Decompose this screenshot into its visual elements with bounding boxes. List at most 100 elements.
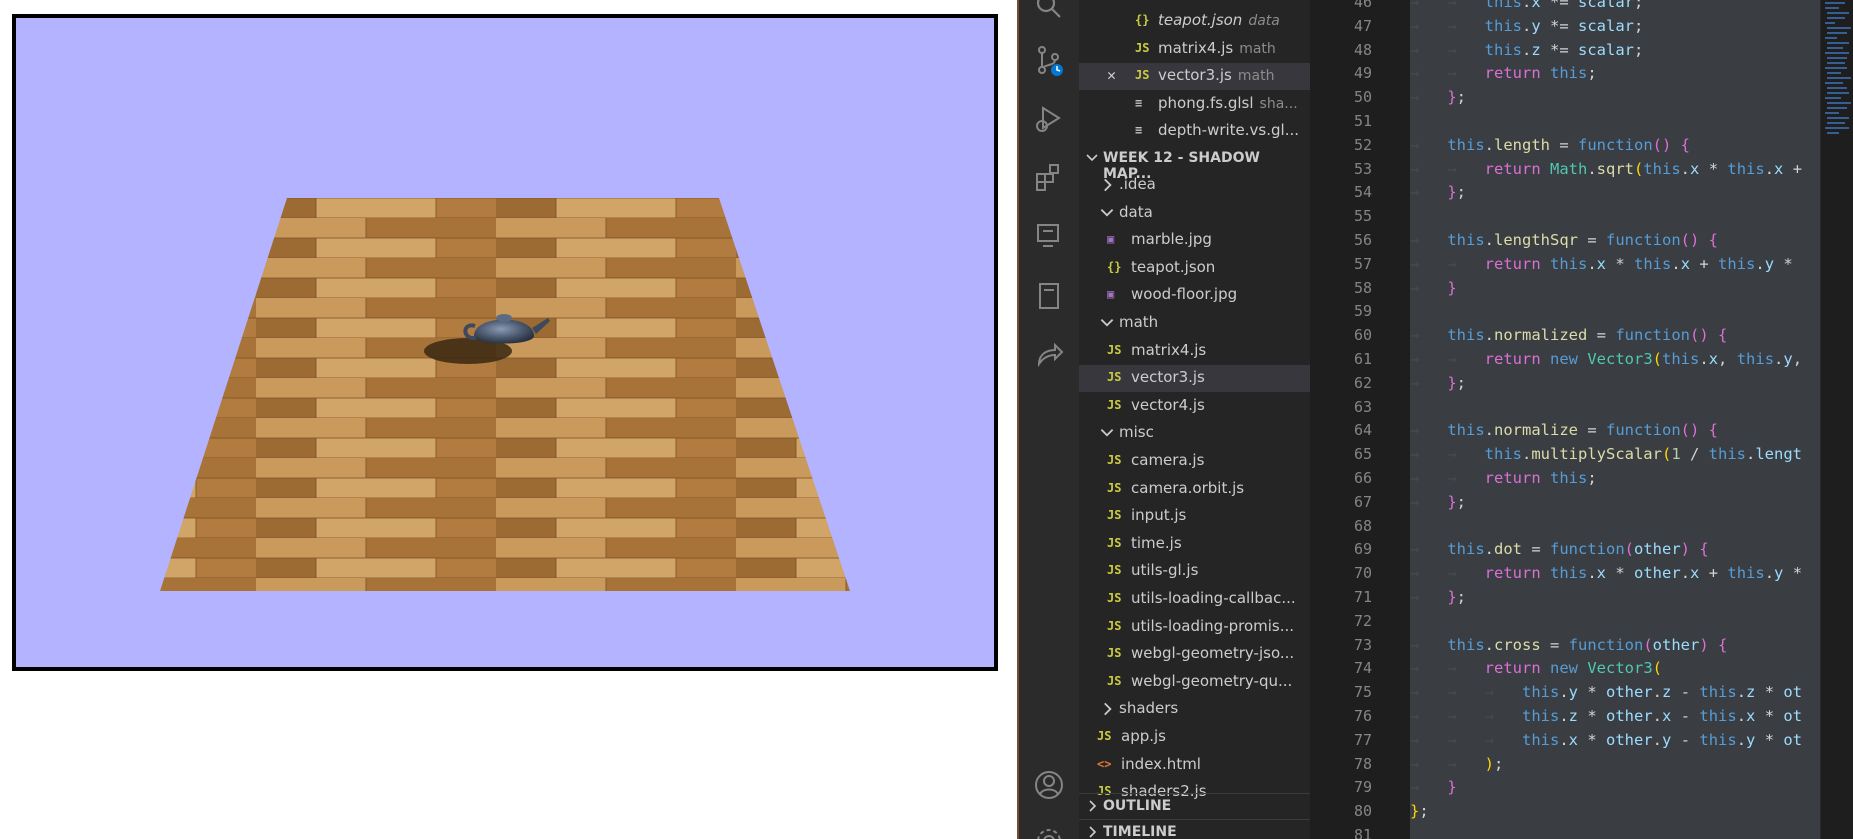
notebook-icon[interactable] [1031, 278, 1067, 314]
code-line[interactable]: → → this.z *= scalar; [1410, 38, 1643, 62]
code-line[interactable]: → this.normalize = function() { [1410, 418, 1718, 442]
open-editor-item[interactable]: ✕ JS vector3.js math [1079, 63, 1310, 90]
line-number: 81 [1353, 826, 1372, 839]
code-line[interactable]: → → return this.x * other.x + this.y * [1410, 561, 1802, 585]
extensions-icon[interactable] [1031, 160, 1067, 196]
code-line[interactable]: → → return this.x * this.x + this.y * [1410, 252, 1793, 276]
tree-file[interactable]: JS vector3.js [1079, 365, 1310, 393]
code-token: * [1755, 683, 1784, 702]
code-line[interactable]: → this.lengthSqr = function() { [1410, 228, 1718, 252]
tree-file[interactable]: JS utils-gl.js [1079, 558, 1310, 585]
javascript-file-icon: JS [1107, 646, 1122, 661]
open-editor-item[interactable]: ≡ phong.fs.glsl sha... [1079, 91, 1310, 118]
code-token: this [1550, 64, 1588, 83]
tree-file[interactable]: JS webgl-geometry-jso... [1079, 641, 1310, 668]
open-editor-item[interactable]: {} teapot.json data [1079, 8, 1310, 35]
selection-highlight [1410, 799, 1820, 824]
code-token: * [1606, 254, 1635, 273]
run-debug-icon[interactable] [1031, 100, 1067, 136]
tree-file[interactable]: JS vector4.js [1079, 393, 1310, 420]
tree-file[interactable]: JS matrix4.js [1079, 338, 1310, 365]
outline-section[interactable]: OUTLINE [1079, 793, 1310, 819]
tree-folder[interactable]: shaders [1079, 696, 1310, 723]
source-control-icon[interactable] [1031, 42, 1067, 78]
live-share-icon[interactable] [1031, 338, 1067, 374]
code-token: → → [1410, 469, 1485, 487]
line-number: 53 [1353, 159, 1372, 178]
code-line[interactable]: → } [1410, 775, 1457, 799]
close-icon[interactable]: ✕ [1107, 66, 1116, 84]
tree-file[interactable]: <> index.html [1079, 752, 1310, 779]
tree-folder[interactable]: data [1079, 200, 1310, 227]
settings-gear-icon[interactable] [1031, 823, 1067, 839]
tree-file[interactable]: JS camera.js [1079, 448, 1310, 475]
remote-explorer-icon[interactable] [1031, 218, 1067, 254]
open-editor-item[interactable]: ≡ depth-write.vs.gl... [1079, 118, 1310, 145]
code-line[interactable]: → }; [1410, 85, 1466, 109]
tree-file[interactable]: JS input.js [1079, 503, 1310, 530]
code-token: . [1484, 135, 1494, 154]
code-token: . [1736, 730, 1747, 749]
line-number: 61 [1353, 350, 1372, 368]
code-token: ) [1699, 635, 1709, 654]
code-token: = [1550, 135, 1578, 154]
tree-file[interactable]: JS app.js [1079, 724, 1310, 751]
code-line[interactable]: → → return new Vector3(this.x, this.y, [1410, 347, 1802, 371]
workspace-header[interactable]: WEEK 12 - SHADOW MAP... [1079, 146, 1310, 182]
code-line[interactable]: → → → this.z * other.x - this.x * ot [1410, 704, 1802, 728]
timeline-section[interactable]: TIMELINE [1079, 819, 1310, 839]
code-token: . [1521, 445, 1532, 464]
code-token: * [1699, 159, 1728, 178]
tree-file[interactable]: JS time.js [1079, 531, 1310, 558]
code-line[interactable]: → }; [1410, 585, 1466, 609]
tree-folder[interactable]: math [1079, 310, 1310, 337]
code-line[interactable]: → → return this; [1410, 466, 1597, 490]
code-token: this [1708, 445, 1746, 464]
account-icon[interactable] [1031, 767, 1067, 803]
code-editor[interactable]: 46 47 48 49 50 51 52 53 54 55 56 57 58 59 60 61 62 63 64 65… [1310, 0, 1853, 839]
line-number: 62 [1353, 373, 1372, 392]
code-line[interactable]: → → this.multiplyScalar(1 / this.lengt [1410, 442, 1802, 466]
search-icon[interactable] [1031, 0, 1067, 24]
code-line[interactable]: → this.cross = function(other) { [1410, 633, 1727, 657]
code-line[interactable]: }; [1410, 799, 1429, 823]
code-line[interactable]: → → ); [1410, 752, 1503, 776]
code-line[interactable]: → → return this; [1410, 61, 1597, 85]
code-line[interactable]: → this.normalized = function() { [1410, 323, 1727, 347]
code-line[interactable]: → → return Math.sqrt(this.x * this.x + [1410, 157, 1802, 181]
code-token: * [1578, 730, 1606, 749]
line-number: 50 [1353, 88, 1372, 107]
tree-folder[interactable]: .idea [1079, 172, 1310, 199]
minimap[interactable] [1820, 0, 1853, 839]
code-line[interactable]: → this.length = function() { [1410, 133, 1690, 157]
code-line[interactable]: → }; [1410, 490, 1466, 514]
code-token: ; [1456, 588, 1467, 606]
code-line[interactable]: → }; [1410, 180, 1466, 204]
line-number: 71 [1353, 588, 1372, 606]
tree-file[interactable]: JS utils-loading-promis... [1079, 614, 1310, 641]
tree-file[interactable]: ▣ marble.jpg [1079, 227, 1310, 254]
code-line[interactable]: → } [1410, 276, 1457, 300]
code-line[interactable]: → → → this.y * other.z - this.z * ot [1410, 680, 1802, 704]
code-line[interactable]: → }; [1410, 371, 1466, 395]
tree-file[interactable]: JS camera.orbit.js [1079, 476, 1310, 503]
code-token: ) [1680, 540, 1691, 559]
open-editor-item[interactable]: JS matrix4.js math [1079, 36, 1310, 63]
code-line[interactable]: → → return new Vector3( [1410, 656, 1662, 680]
webgl-canvas[interactable] [12, 14, 998, 671]
tree-file[interactable]: JS utils-loading-callbac... [1079, 586, 1310, 613]
code-line[interactable]: → → → this.x * other.y - this.y * ot [1410, 728, 1802, 752]
line-number: 68 [1353, 516, 1372, 535]
code-line[interactable]: → this.dot = function(other) { [1410, 537, 1709, 561]
tree-file[interactable]: JS webgl-geometry-qu... [1079, 669, 1310, 696]
tree-file[interactable]: {} teapot.json [1079, 255, 1310, 282]
code-token: . [1484, 540, 1494, 559]
code-line[interactable]: → → this.y *= scalar; [1410, 14, 1643, 38]
code-token: → [1410, 278, 1448, 297]
tree-file[interactable]: ▣ wood-floor.jpg [1079, 282, 1310, 309]
tree-folder[interactable]: misc [1079, 420, 1310, 447]
code-line[interactable]: → → this.x *= scalar; [1410, 0, 1643, 14]
